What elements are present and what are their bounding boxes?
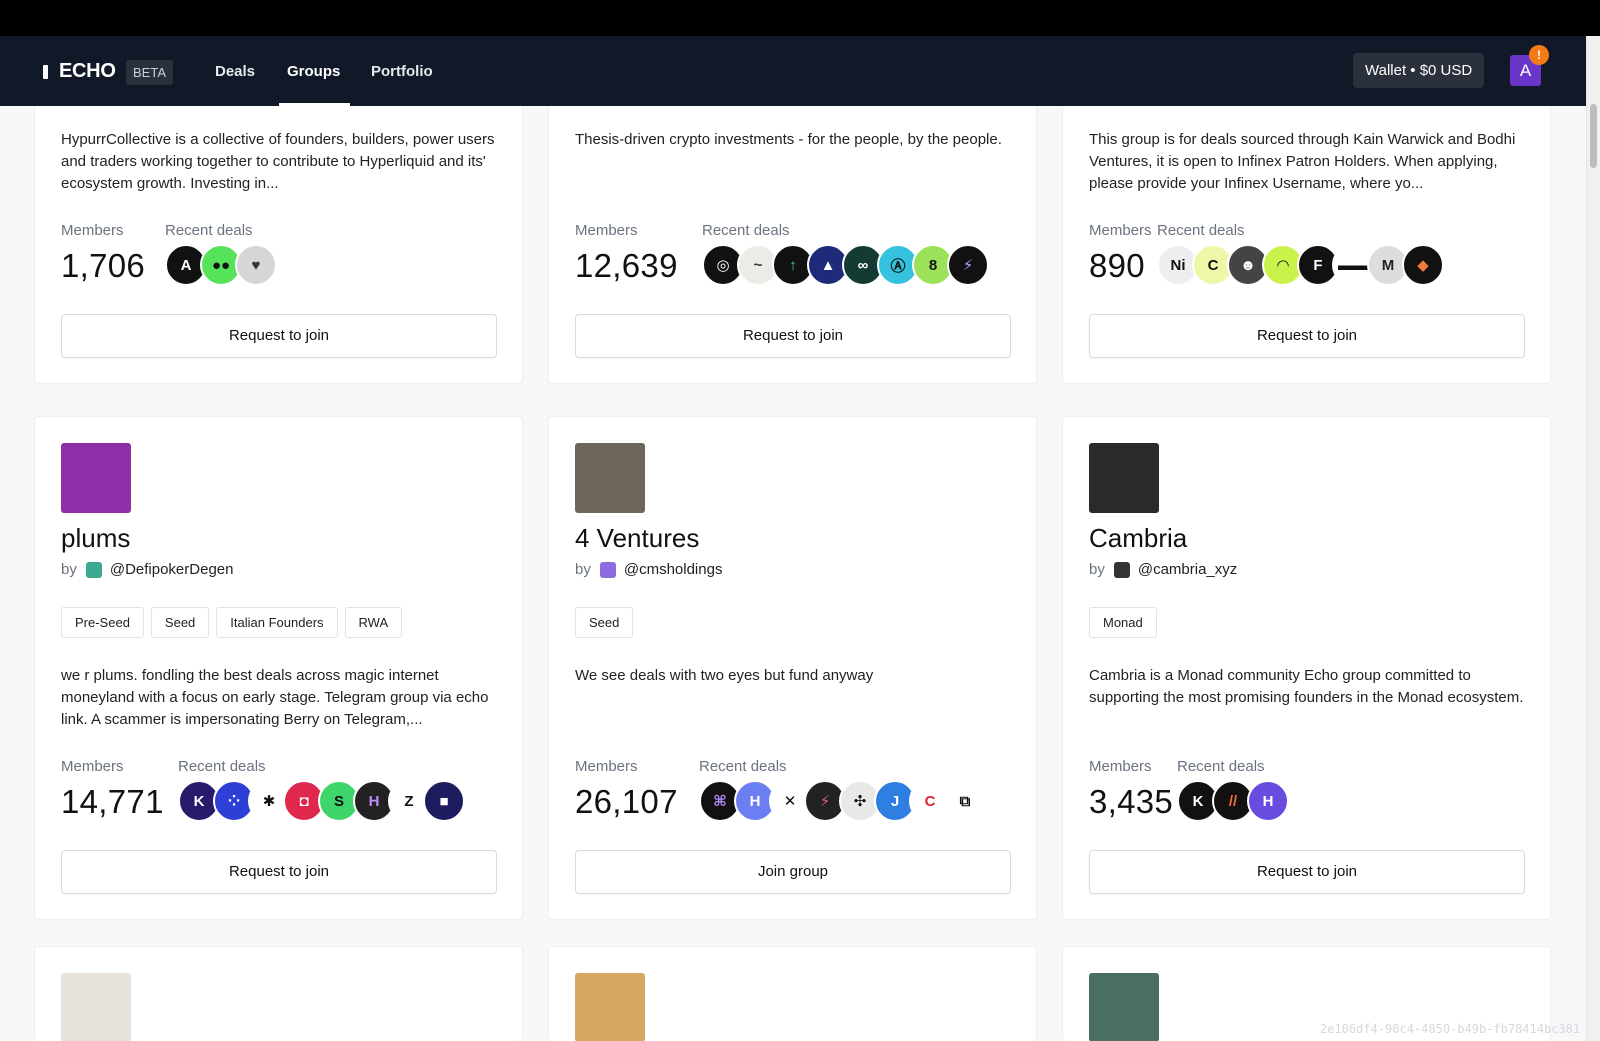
group-description: Thesis-driven crypto investments - for t… <box>575 131 1002 148</box>
group-owner: by @DefipokerDegen <box>61 561 233 578</box>
owner-handle[interactable]: @DefipokerDegen <box>110 561 234 578</box>
members-label: Members <box>61 222 124 239</box>
group-card <box>548 946 1037 1041</box>
browser-top-bar <box>0 0 1600 36</box>
tag[interactable]: Italian Founders <box>216 607 338 638</box>
page-scrollbar[interactable] <box>1586 36 1600 1041</box>
group-description: This group is for deals sourced through … <box>1089 131 1516 192</box>
members-label: Members <box>61 758 124 775</box>
group-avatar[interactable] <box>575 443 645 513</box>
recent-deals-label: Recent deals <box>1177 758 1265 775</box>
group-name[interactable]: 4 Ventures <box>575 523 699 554</box>
by-label: by <box>1089 561 1105 578</box>
group-owner: by @cmsholdings <box>575 561 722 578</box>
members-label: Members <box>1089 222 1152 239</box>
nav-groups[interactable]: Groups <box>287 63 340 80</box>
group-avatar[interactable] <box>61 443 131 513</box>
members-label: Members <box>575 758 638 775</box>
recent-deals-label: Recent deals <box>178 758 266 775</box>
members-label: Members <box>575 222 638 239</box>
beta-badge: BETA <box>126 60 173 85</box>
tag-list: Pre-Seed Seed Italian Founders RWA <box>61 607 403 638</box>
h-purple-logo-icon[interactable]: H <box>1247 780 1289 822</box>
tag[interactable]: RWA <box>344 607 403 638</box>
group-card: Cambria by @cambria_xyz Monad Cambria is a M… <box>1062 416 1551 920</box>
group-avatar[interactable] <box>575 973 645 1041</box>
owner-avatar-icon <box>85 561 102 578</box>
members-count: 890 <box>1089 247 1145 284</box>
recent-deals-list: K ⁘ ✱ ◘ S H Z ■ <box>178 780 465 822</box>
watermark-id: 2e106df4-90c4-4850-b49b-fb78414bc381 <box>1320 1022 1581 1036</box>
tag[interactable]: Pre-Seed <box>61 607 144 638</box>
recent-deals-list: ◎ ~ ↑ ▲ ∞ Ⓐ 8 ⚡ <box>702 244 989 286</box>
heart-pixel-logo-icon[interactable]: ♥ <box>235 244 277 286</box>
by-label: by <box>61 561 77 578</box>
members-label: Members <box>1089 758 1152 775</box>
wallet-button[interactable]: Wallet • $0 USD <box>1353 53 1485 88</box>
top-navigation: ECHO BETA Deals Groups Portfolio Wallet … <box>0 36 1586 106</box>
members-count: 14,771 <box>61 783 164 820</box>
echo-logo-mark-icon <box>43 65 48 79</box>
request-to-join-button[interactable]: Request to join <box>61 850 497 894</box>
recent-deals-list: K//H <box>1177 780 1289 822</box>
recent-deals-label: Recent deals <box>702 222 790 239</box>
group-owner: by @cambria_xyz <box>1089 561 1237 578</box>
notification-badge[interactable]: ! <box>1529 45 1549 65</box>
group-description: Cambria is a Monad community Echo group … <box>1089 667 1524 706</box>
group-description: we r plums. fondling the best deals acro… <box>61 667 489 728</box>
request-to-join-button[interactable]: Request to join <box>1089 314 1525 358</box>
members-count: 12,639 <box>575 247 678 284</box>
echo-logo[interactable]: ECHO <box>59 60 116 83</box>
group-description: We see deals with two eyes but fund anyw… <box>575 667 874 684</box>
owner-handle[interactable]: @cmsholdings <box>624 561 723 578</box>
square-logo-icon[interactable]: ■ <box>423 780 465 822</box>
group-avatar[interactable] <box>61 973 131 1041</box>
cube-logo-icon[interactable]: ⧉ <box>944 780 986 822</box>
group-name[interactable]: Cambria <box>1089 523 1187 554</box>
active-tab-indicator <box>279 103 350 106</box>
group-avatar[interactable] <box>1089 443 1159 513</box>
recent-deals-list: Ni C ☻ ◠ F ▬▬ M ◆ <box>1157 244 1444 286</box>
group-card <box>34 946 523 1041</box>
tag-list: Seed <box>575 607 634 638</box>
recent-deals-label: Recent deals <box>1157 222 1245 239</box>
nav-portfolio[interactable]: Portfolio <box>371 63 433 80</box>
recent-deals-list: A ●● ♥ <box>165 244 277 286</box>
request-to-join-button[interactable]: Request to join <box>1089 850 1525 894</box>
request-to-join-button[interactable]: Request to join <box>61 314 497 358</box>
by-label: by <box>575 561 591 578</box>
recent-deals-list: ⌘ H ✕ ⚡ ✣ J C ⧉ <box>699 780 986 822</box>
peak-logo-icon[interactable]: ◆ <box>1402 244 1444 286</box>
feather-logo-icon[interactable]: ⚡ <box>947 244 989 286</box>
request-to-join-button[interactable]: Request to join <box>575 314 1011 358</box>
members-count: 26,107 <box>575 783 678 820</box>
tag[interactable]: Seed <box>150 607 210 638</box>
nav-deals[interactable]: Deals <box>215 63 255 80</box>
join-group-button[interactable]: Join group <box>575 850 1011 894</box>
tag[interactable]: Seed <box>575 607 634 638</box>
members-count: 3,435 <box>1089 783 1174 820</box>
group-description: HypurrCollective is a collective of foun… <box>61 131 495 192</box>
tag-list: Monad <box>1089 607 1157 638</box>
group-card: plums by @DefipokerDegen Pre-Seed Seed Italia… <box>34 416 523 920</box>
scroll-thumb[interactable] <box>1590 104 1597 168</box>
group-avatar[interactable] <box>1089 973 1159 1041</box>
group-card: 4 Ventures by @cmsholdings Seed We see deals… <box>548 416 1037 920</box>
owner-handle[interactable]: @cambria_xyz <box>1138 561 1237 578</box>
tag[interactable]: Monad <box>1089 607 1157 638</box>
members-count: 1,706 <box>61 247 146 284</box>
recent-deals-label: Recent deals <box>699 758 787 775</box>
owner-avatar-icon <box>1113 561 1130 578</box>
recent-deals-label: Recent deals <box>165 222 253 239</box>
owner-avatar-icon <box>599 561 616 578</box>
group-name[interactable]: plums <box>61 523 130 554</box>
